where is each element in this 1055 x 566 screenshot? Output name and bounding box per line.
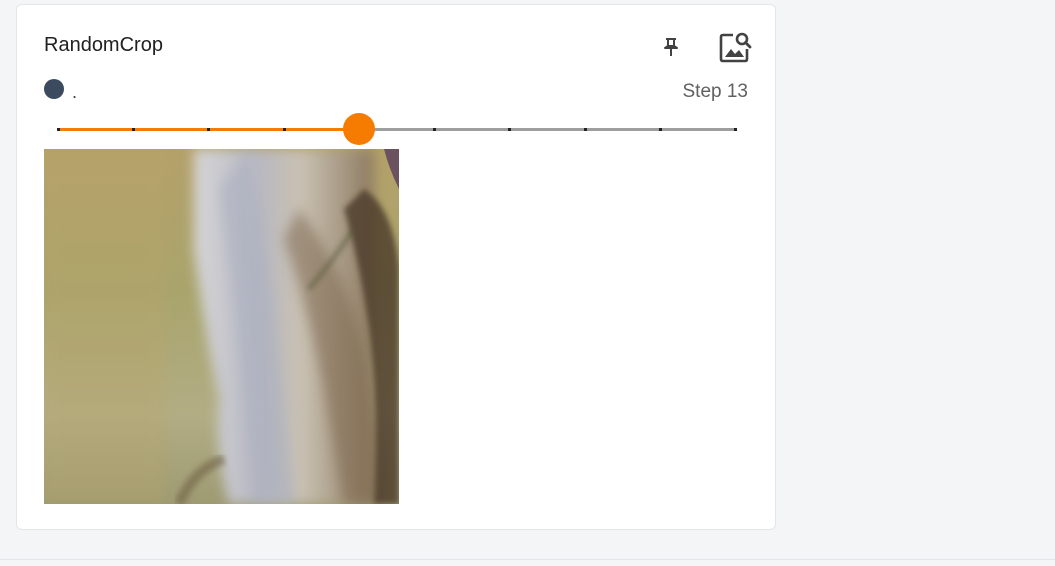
image-search-button[interactable] (715, 27, 755, 67)
slider-thumb[interactable] (343, 113, 376, 145)
pin-icon (664, 38, 678, 56)
sample-image (44, 149, 399, 504)
run-name: . (72, 82, 78, 102)
image-search-icon (719, 32, 752, 63)
pin-button[interactable] (651, 27, 691, 67)
step-label: Step 13 (682, 81, 749, 102)
divider (0, 559, 1055, 560)
slider-tick (433, 128, 436, 131)
sample-image-graphic (44, 149, 399, 504)
card-title: RandomCrop (44, 34, 163, 56)
slider-tick (508, 128, 511, 131)
slider-tick (57, 128, 60, 131)
image-card: RandomCrop . Step 13 (16, 4, 776, 530)
slider-tick (132, 128, 135, 131)
slider-tick (283, 128, 286, 131)
slider-tick (734, 128, 737, 131)
run-color-dot (44, 79, 64, 99)
slider-tick (584, 128, 587, 131)
slider-tick (659, 128, 662, 131)
run-legend: . (44, 79, 78, 102)
slider-tick (207, 128, 210, 131)
